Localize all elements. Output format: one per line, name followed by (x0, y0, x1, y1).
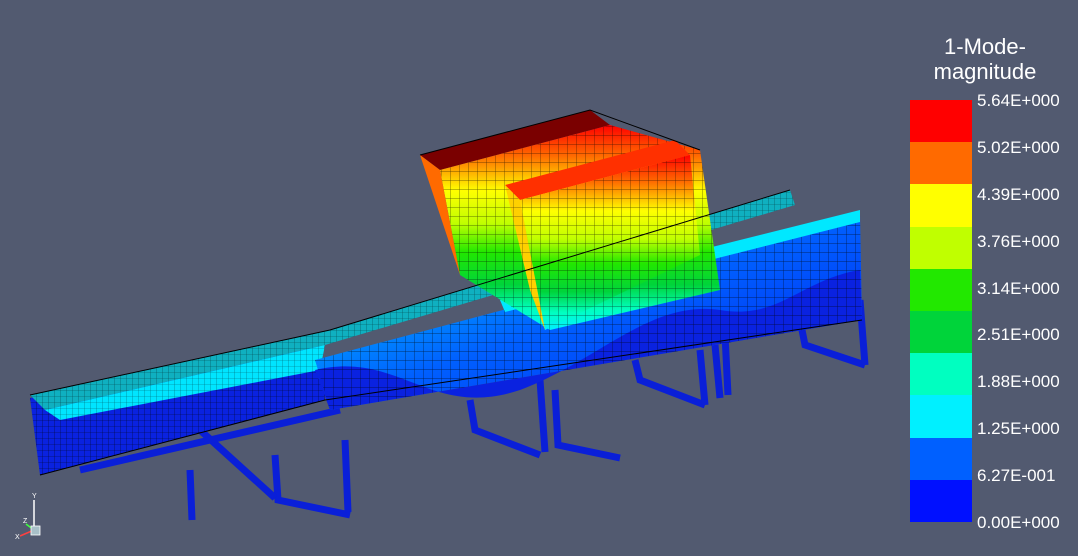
orientation-axes[interactable]: Y X Z (14, 490, 54, 540)
color-swatch-5 (910, 311, 972, 354)
y-axis-label: Y (32, 493, 37, 500)
color-swatch-2 (910, 184, 972, 227)
z-axis-label: Z (23, 518, 28, 525)
legend-tick-label: 6.27E-001 (977, 466, 1056, 486)
legend-tick-label: 1.25E+000 (977, 419, 1060, 439)
legend-tick-label: 4.39E+000 (977, 184, 1060, 204)
legend-tick-label: 3.76E+000 (977, 231, 1060, 251)
legend-tick-label: 2.51E+000 (977, 325, 1060, 345)
legend-tick-label: 1.88E+000 (977, 372, 1060, 392)
color-swatch-9 (910, 479, 972, 523)
x-axis-label: X (15, 534, 20, 540)
axes-origin-cube-icon (30, 525, 41, 536)
color-swatch-1 (910, 142, 972, 185)
color-scale-bar (910, 100, 972, 523)
model-viewport[interactable] (0, 0, 900, 556)
color-swatch-8 (910, 437, 972, 480)
legend-tick-label: 5.64E+000 (977, 91, 1060, 110)
color-swatch-7 (910, 395, 972, 438)
color-swatch-4 (910, 268, 972, 312)
legend-tick-label: 0.00E+000 (977, 513, 1060, 532)
color-swatch-3 (910, 226, 972, 269)
legend-tick-label: 5.02E+000 (977, 137, 1060, 157)
color-swatch-6 (910, 353, 972, 396)
legend-tick-label: 3.14E+000 (977, 278, 1060, 298)
color-scale-labels: 5.64E+000 5.02E+000 4.39E+000 3.76E+000 3.14… (977, 0, 1077, 556)
color-swatch-0 (910, 100, 972, 143)
